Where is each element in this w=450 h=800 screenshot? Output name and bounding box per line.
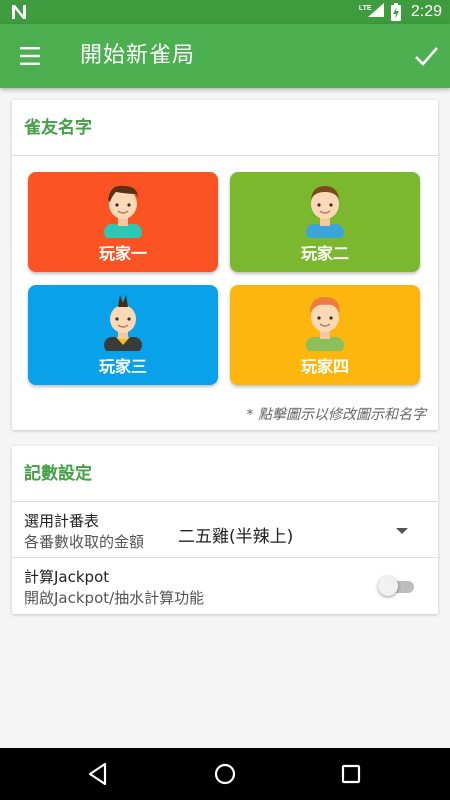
player-1-avatar-icon	[104, 185, 142, 238]
jackpot-label: 計算Jackpot	[24, 568, 110, 586]
edit-hint: * 點擊圖示以修改圖示和名字	[246, 407, 426, 423]
score-table-select[interactable]: 二五雞(半辣上)	[178, 522, 293, 547]
home-icon[interactable]	[211, 760, 239, 788]
players-card-header: 雀友名字	[12, 100, 438, 156]
score-table-row[interactable]: 選用計番表 各番數收取的金額 二五雞(半辣上)	[12, 502, 438, 558]
dropdown-arrow-icon[interactable]	[396, 528, 408, 534]
settings-card-header: 記數設定	[12, 446, 438, 502]
android-n-icon	[12, 5, 26, 19]
player-1-name: 玩家一	[98, 244, 147, 263]
players-card: 雀友名字 玩家一 玩家二 玩家三 玩家四 * 點擊圖示以修改圖示和名字	[12, 100, 438, 430]
recents-icon[interactable]	[337, 760, 365, 788]
battery-icon	[390, 3, 401, 21]
menu-icon[interactable]	[12, 44, 48, 68]
system-nav-bar	[0, 748, 450, 800]
score-table-label: 選用計番表	[24, 512, 100, 530]
status-bar: LTE 2:29	[0, 0, 450, 24]
player-2-avatar-icon	[306, 186, 344, 238]
back-icon[interactable]	[84, 760, 112, 788]
jackpot-sublabel: 開啟Jackpot/抽水計算功能	[24, 589, 205, 607]
player-4-avatar-icon	[306, 297, 344, 351]
page-title: 開始新雀局	[80, 43, 196, 68]
network-type: LTE	[358, 5, 372, 12]
player-2-button[interactable]: 玩家二	[230, 172, 420, 272]
player-3-avatar-icon	[104, 295, 142, 351]
player-3-name: 玩家三	[98, 357, 147, 376]
app-bar: 開始新雀局	[0, 24, 450, 88]
settings-card: 記數設定 選用計番表 各番數收取的金額 二五雞(半辣上) 計算Jackpot 開…	[12, 446, 438, 614]
score-table-sublabel: 各番數收取的金額	[24, 533, 145, 551]
jackpot-row[interactable]: 計算Jackpot 開啟Jackpot/抽水計算功能	[12, 558, 438, 614]
player-4-button[interactable]: 玩家四	[230, 285, 420, 385]
player-2-name: 玩家二	[300, 244, 349, 263]
toggle-thumb	[378, 576, 398, 596]
player-1-button[interactable]: 玩家一	[28, 172, 218, 272]
confirm-check-icon[interactable]	[412, 42, 440, 70]
jackpot-toggle[interactable]	[378, 576, 416, 596]
clock: 2:29	[410, 3, 442, 20]
player-3-button[interactable]: 玩家三	[28, 285, 218, 385]
player-4-name: 玩家四	[300, 357, 349, 376]
